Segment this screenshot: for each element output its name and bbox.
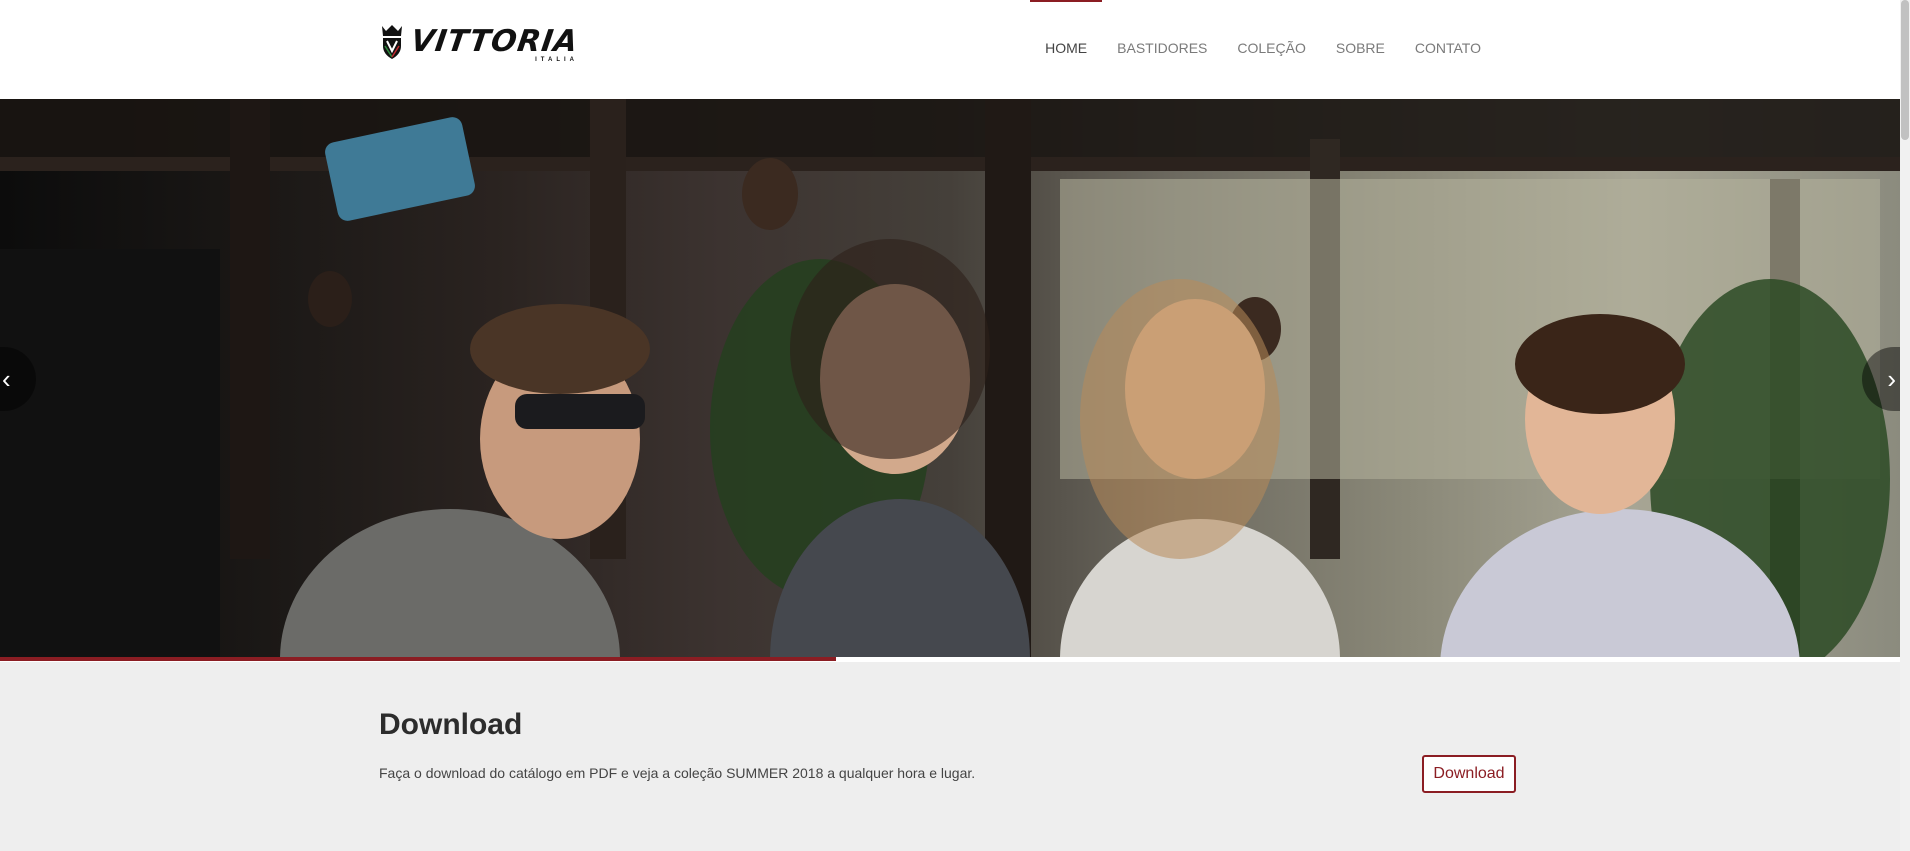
logo-text: VITTORIA bbox=[408, 24, 581, 59]
nav-item-contato[interactable]: CONTATO bbox=[1400, 0, 1496, 99]
nav-item-sobre[interactable]: SOBRE bbox=[1321, 0, 1400, 99]
scrollbar-thumb[interactable] bbox=[1901, 0, 1909, 140]
site-header: VITTORIA ITALIA HOME BASTIDORES COLEÇÃO … bbox=[0, 0, 1900, 99]
nav-item-bastidores[interactable]: BASTIDORES bbox=[1102, 0, 1222, 99]
scrollbar[interactable] bbox=[1900, 0, 1910, 851]
logo-subtext: ITALIA bbox=[535, 57, 578, 63]
crest-icon bbox=[382, 25, 402, 59]
logo-wordmark: VITTORIA ITALIA bbox=[408, 24, 581, 63]
nav-item-colecao[interactable]: COLEÇÃO bbox=[1222, 0, 1320, 99]
hero-slider: ‹ › bbox=[0, 99, 1900, 657]
download-title: Download bbox=[379, 708, 523, 741]
download-description: Faça o download do catálogo em PDF e vej… bbox=[379, 765, 976, 781]
main-nav: HOME BASTIDORES COLEÇÃO SOBRE CONTATO bbox=[1030, 0, 1496, 99]
slider-progress-bar bbox=[0, 657, 1900, 662]
nav-item-home[interactable]: HOME bbox=[1030, 0, 1103, 99]
download-button[interactable]: Download bbox=[1422, 755, 1516, 793]
logo[interactable]: VITTORIA ITALIA bbox=[379, 24, 581, 64]
hero-photo bbox=[0, 99, 1900, 657]
slider-progress-fill bbox=[0, 657, 836, 661]
